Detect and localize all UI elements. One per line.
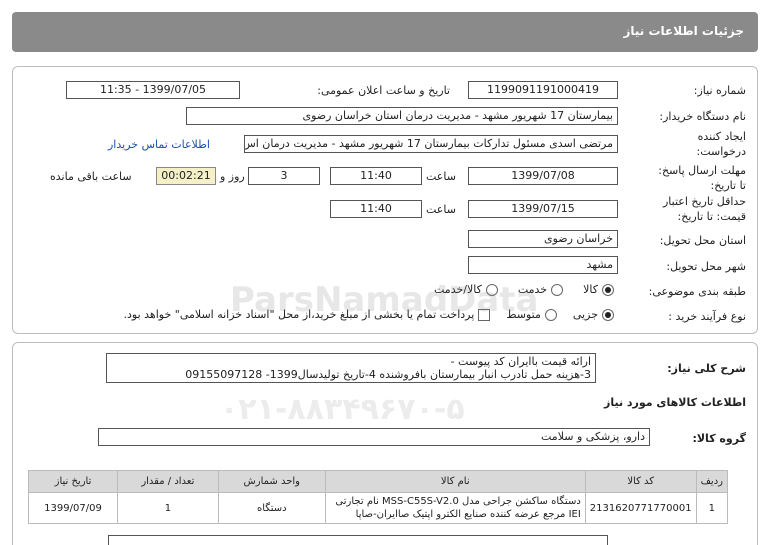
buyer-label: نام دستگاه خریدار: (659, 110, 746, 123)
validity-time-label: ساعت (426, 203, 456, 216)
announce-field: 1399/07/05 - 11:35 (66, 81, 240, 99)
validity-label-2: قیمت: تا تاریخ: (677, 210, 746, 223)
radio-icon[interactable] (544, 308, 557, 321)
deadline-date-field: 1399/07/08 (468, 167, 618, 185)
cell-quantity: 1 (116, 492, 219, 524)
goods-info-title: اطلاعات کالاهای مورد نیاز (604, 396, 746, 409)
process-option-minor[interactable]: جزیی (573, 308, 614, 321)
bottom-field (108, 535, 608, 545)
validity-label-1: حداقل تاریخ اعتبار (662, 195, 746, 208)
radio-selected-icon[interactable] (602, 283, 614, 296)
goods-group-field: دارو، پزشکی و سلامت (98, 428, 650, 446)
col-unit: واحد شمارش (217, 470, 326, 493)
cell-row: 1 (695, 492, 729, 524)
cell-name: دستگاه ساکشن جراحی مدل MSS-C55S-V2.0 نام… (324, 492, 586, 524)
watermark-text: ParsNamadData (230, 280, 539, 320)
description-line-1: ارائه قیمت باایران کد پیوست - (450, 355, 591, 368)
description-label: شرح کلی نیاز: (667, 362, 746, 375)
deadline-label-1: مهلت ارسال پاسخ: (658, 164, 746, 177)
need-number-label: شماره نیاز: (693, 84, 746, 97)
goods-group-label: گروه کالا: (692, 432, 746, 445)
table-header-row: ردیف کد کالا نام کالا واحد شمارش تعداد /… (28, 470, 729, 493)
deadline-label-2: تا تاریخ: (710, 179, 746, 192)
creator-field: مرتضی اسدی مسئول تدارکات بیمارستان 17 شه… (244, 135, 618, 153)
province-field: خراسان رضوی (468, 230, 618, 248)
radio-icon[interactable] (551, 283, 564, 296)
cell-code: 2131620771770001 (584, 492, 697, 524)
col-quantity: تعداد / مقدار (116, 470, 219, 493)
deadline-time-field: 11:40 (330, 167, 422, 185)
col-row: ردیف (695, 470, 729, 493)
description-box: ارائه قیمت باایران کد پیوست - 3-هزینه حم… (106, 353, 596, 383)
buyer-contact-link[interactable]: اطلاعات تماس خریدار (108, 138, 210, 151)
col-need-date: تاریخ نیاز (28, 470, 118, 493)
creator-label-2: درخواست: (696, 145, 746, 158)
radio-selected-icon[interactable] (602, 308, 614, 321)
validity-time-field: 11:40 (330, 200, 422, 218)
province-label: استان محل تحویل: (659, 234, 746, 247)
watermark-phone: ۰۲۱-۸۸۳۴۹۶۷۰-۵ (220, 392, 465, 427)
deadline-days-label: روز و (220, 170, 245, 183)
deadline-time-label: ساعت (426, 170, 456, 183)
deadline-days-field: 3 (248, 167, 320, 185)
category-label: طبقه بندی موضوعی: (648, 285, 746, 298)
table-row[interactable]: 1 2131620771770001 دستگاه ساکشن جراحی مد… (28, 492, 729, 524)
remaining-time-field: 00:02:21 (156, 167, 216, 185)
category-option-goods[interactable]: کالا (583, 283, 614, 296)
col-code: کد کالا (584, 470, 697, 493)
city-label: شهر محل تحویل: (666, 260, 746, 273)
page-title: جزئیات اطلاعات نیاز (623, 24, 744, 38)
creator-label-1: ایجاد کننده (697, 130, 746, 143)
process-label: نوع فرآیند خرید : (668, 310, 746, 323)
goods-table: ردیف کد کالا نام کالا واحد شمارش تعداد /… (28, 470, 729, 524)
cell-need-date: 1399/07/09 (28, 492, 118, 524)
city-field: مشهد (468, 256, 618, 274)
buyer-field: بیمارستان 17 شهریور مشهد - مدیریت درمان … (186, 107, 618, 125)
validity-date-field: 1399/07/15 (468, 200, 618, 218)
announce-label: تاریخ و ساعت اعلان عمومی: (317, 84, 450, 97)
col-name: نام کالا (324, 470, 586, 493)
page-header: جزئیات اطلاعات نیاز (12, 12, 758, 52)
description-line-2: 3-هزینه حمل تادرب انبار بیمارستان بافروش… (185, 368, 591, 381)
cell-unit: دستگاه (217, 492, 326, 524)
need-number-field: 1199091191000419 (468, 81, 618, 99)
remaining-time-label: ساعت باقی مانده (50, 170, 132, 183)
